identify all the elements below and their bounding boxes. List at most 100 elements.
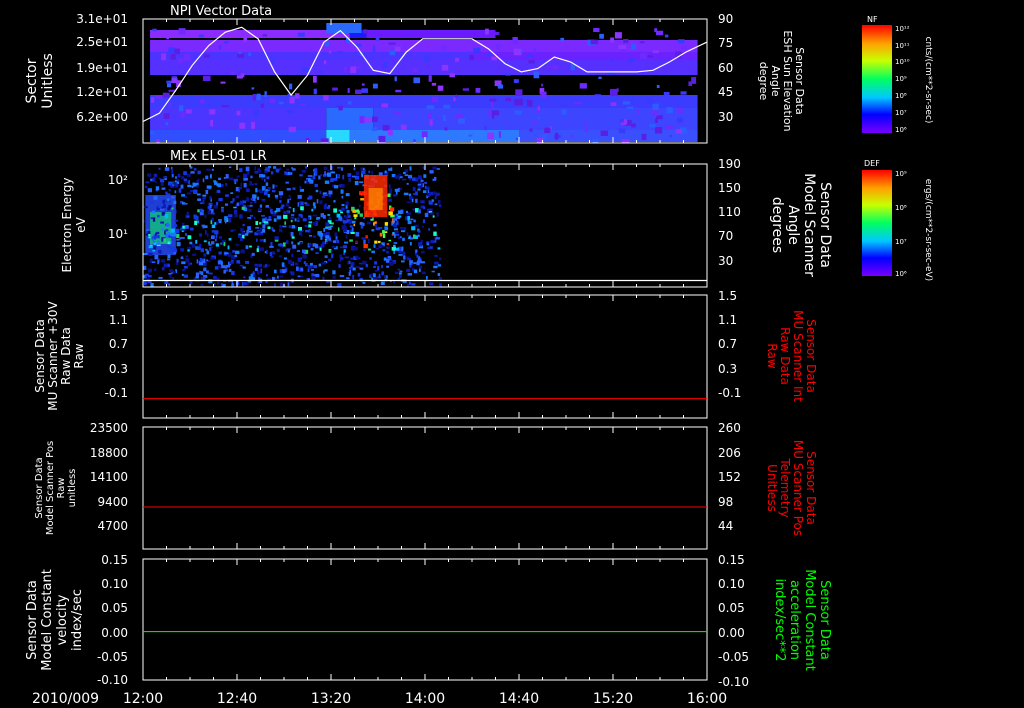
heatmap-cell [305,203,310,207]
y2-axis-label: Sensor Data Model Constant acceleration … [772,569,832,671]
heatmap-cell [541,83,544,87]
heatmap-cell [436,237,440,240]
heatmap-cell [145,181,150,183]
heatmap-cell [243,281,247,286]
heatmap-cell [313,75,317,83]
svg-text:Unitless: Unitless [765,464,779,512]
heatmap-cell [669,134,672,138]
heatmap-cell [214,230,219,235]
heatmap-cell [434,255,438,257]
heatmap-cell [177,173,181,178]
heatmap-cell [279,167,281,171]
heatmap-cell [394,76,397,82]
heatmap-cell [312,265,314,268]
heatmap-cell [429,212,434,215]
heatmap-cell [202,197,206,200]
heatmap-cell [245,260,250,264]
heatmap-cell [362,222,365,226]
heatmap-cell [218,218,222,221]
heatmap-cell [176,258,179,263]
heatmap-cell [352,267,356,271]
heatmap-cell [278,191,284,196]
heatmap-cell [173,224,178,227]
heatmap-cell [403,255,406,260]
heatmap-cell [180,237,185,239]
y-tick-label: 0.05 [101,601,128,615]
heatmap-cell [233,178,238,182]
heatmap-cell [491,101,494,109]
heatmap-cell [339,274,345,278]
heatmap-cell [355,89,362,95]
heatmap-cell [161,53,166,61]
y2-tick-label: 0.05 [718,601,745,615]
heatmap-cell [352,209,357,213]
heatmap-cell [407,174,413,179]
colorbar-label: NF [867,15,878,24]
heatmap-cell [378,244,382,247]
heatmap-cell [195,239,198,244]
heatmap-cell [652,103,659,111]
heatmap-cell [150,97,155,103]
heatmap-cell [371,170,373,175]
heatmap-cell [279,243,284,247]
heatmap-cell [254,263,259,267]
heatmap-cell [215,238,217,242]
heatmap-cell [246,197,250,202]
heatmap-cell [361,237,366,240]
heatmap-cell [330,178,334,183]
heatmap-cell [513,79,519,83]
heatmap-cell [515,89,523,96]
heatmap-cell [681,45,687,51]
heatmap-cell [398,254,403,256]
heatmap-cell [389,188,393,193]
heatmap-cell [354,241,358,243]
heatmap-cell [178,188,182,193]
heatmap-cell [180,184,184,189]
heatmap-cell [245,166,250,172]
heatmap-cell [176,233,180,239]
heatmap-cell [242,266,246,269]
heatmap-cell [152,177,156,182]
heatmap-cell [407,216,410,221]
heatmap-cell [215,234,218,239]
heatmap-cell [307,178,312,182]
heatmap-cell [270,242,273,247]
heatmap-cell [343,249,346,253]
heatmap-cell [326,130,350,142]
heatmap-cell [326,206,330,209]
heatmap-cell [202,226,205,229]
heatmap-cell [382,249,386,252]
heatmap-cell [677,117,684,123]
heatmap-cell [207,259,211,262]
heatmap-cell [322,276,325,281]
heatmap-cell [250,201,253,204]
heatmap-cell [341,203,345,207]
heatmap-cell [345,193,350,197]
heatmap-cell [340,189,344,194]
heatmap-cell [367,238,370,243]
heatmap-cell [411,198,414,203]
heatmap-cell [554,132,559,140]
heatmap-cell [384,226,389,231]
svg-text:Sensor Data: Sensor Data [804,319,818,393]
heatmap-cell [371,229,375,232]
heatmap-cell [309,234,313,237]
heatmap-cell [247,217,252,219]
heatmap-cell [278,228,283,232]
heatmap-cell [641,133,647,141]
heatmap-cell [260,103,265,108]
colorbar-label: DEF [864,159,880,168]
heatmap-cell [302,218,307,222]
heatmap-cell [531,122,539,125]
heatmap-cell [229,268,232,273]
heatmap-cell [398,251,403,253]
y-tick-label: 9400 [97,495,128,509]
heatmap-cell [206,233,209,237]
heatmap-cell [396,220,399,225]
heatmap-cell [331,254,334,259]
heatmap-cell [397,277,401,280]
heatmap-cell [155,186,160,191]
heatmap-cell [279,200,282,203]
heatmap-cell [395,213,399,216]
heatmap-cell [537,116,540,120]
